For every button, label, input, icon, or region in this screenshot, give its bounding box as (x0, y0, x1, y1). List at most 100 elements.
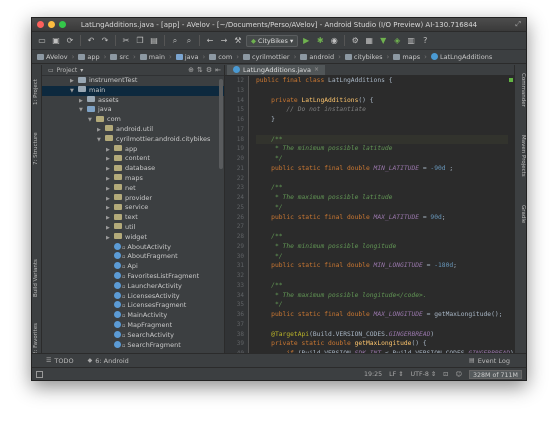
code-line[interactable] (256, 271, 508, 281)
tree-item[interactable]: ▶ content (42, 154, 224, 164)
tree-item[interactable]: ▫ LicensesActivity (42, 291, 224, 302)
breadcrumb-item[interactable]: AVelov (35, 53, 70, 61)
save-all-icon[interactable]: ▣ (50, 35, 62, 47)
code-line[interactable]: private LatLngAdditions() { (256, 96, 508, 106)
code-line[interactable]: */ (256, 203, 508, 213)
code-line[interactable] (256, 320, 508, 330)
code-line[interactable]: */ (256, 252, 508, 262)
code-line[interactable]: public final class LatLngAdditions { (256, 76, 508, 86)
code-line[interactable] (256, 86, 508, 96)
code-line[interactable]: // Do not instantiate (256, 105, 508, 115)
breadcrumb-item[interactable]: java (174, 53, 201, 61)
editor-tab-latlngadditions[interactable]: LatLngAdditions.java × (227, 65, 325, 75)
line-separator[interactable]: LF ⇕ (389, 371, 403, 378)
replace-icon[interactable]: ⌕ (183, 35, 195, 47)
code-line[interactable]: } (256, 115, 508, 125)
tree-item[interactable]: ▫ MapFragment (42, 320, 224, 331)
tool-tab-structure[interactable]: 7: Structure (33, 132, 39, 165)
tree-item[interactable]: ▼ com (42, 115, 224, 125)
code-line[interactable]: private static double getMaxLongitude() … (256, 339, 508, 349)
project-tree-scrollbar[interactable] (219, 79, 223, 169)
tool-windows-toggle-icon[interactable] (36, 370, 43, 378)
breadcrumb-item[interactable]: maps (391, 53, 422, 61)
code-line[interactable] (256, 222, 508, 232)
code-line[interactable]: */ (256, 154, 508, 164)
code-text[interactable]: public final class LatLngAdditions { pri… (256, 76, 514, 353)
tool-tab-build-variants[interactable]: Build Variants (33, 259, 39, 297)
code-line[interactable]: public static final double MIN_LONGITUDE… (256, 261, 508, 271)
fullscreen-icon[interactable]: ⤢ (515, 20, 521, 29)
event-log-button[interactable]: ▤ Event Log (469, 357, 510, 365)
inspector-icon[interactable]: ☺ (455, 371, 462, 378)
code-line[interactable]: public static final double MIN_LATITUDE … (256, 164, 508, 174)
tree-item[interactable]: ▼ main (42, 85, 224, 96)
breadcrumb-item[interactable]: android (298, 53, 336, 61)
attach-debugger-icon[interactable]: ◉ (328, 35, 340, 47)
lock-icon[interactable]: ⊡ (443, 371, 448, 378)
tree-item[interactable]: ▶ app (42, 145, 224, 155)
scroll-from-source-icon[interactable]: ⊕ (188, 66, 194, 74)
breadcrumb-item[interactable]: com (207, 53, 234, 61)
hide-panel-icon[interactable]: ⇤ (215, 66, 221, 74)
breadcrumb-item[interactable]: citybikes (343, 53, 385, 61)
tree-item[interactable]: ▼ java (42, 105, 224, 115)
code-line[interactable]: /** (256, 183, 508, 193)
code-line[interactable] (256, 125, 508, 135)
tree-item[interactable]: ▫ Api (42, 262, 224, 272)
tree-item[interactable]: ▶ assets (42, 96, 224, 106)
breadcrumb-item[interactable]: app (76, 53, 101, 61)
code-line[interactable]: /** (256, 232, 508, 242)
code-line[interactable]: @TargetApi(Build.VERSION_CODES.GINGERBRE… (256, 330, 508, 340)
tree-item[interactable]: ▫ MainActivity (42, 311, 224, 321)
todo-tool-button[interactable]: ☰ TODO (46, 357, 74, 365)
monitor-icon[interactable]: ▥ (405, 35, 417, 47)
tree-item[interactable]: ▶ util (42, 223, 224, 233)
tool-tab-commander[interactable]: Commander (520, 73, 526, 107)
tree-item[interactable]: ▶ service (42, 203, 224, 213)
find-icon[interactable]: ⌕ (169, 35, 181, 47)
code-line[interactable]: public static final double MAX_LATITUDE … (256, 213, 508, 223)
close-window-button[interactable] (37, 21, 44, 28)
code-line[interactable]: * The minimum possible latitude (256, 144, 508, 154)
tree-item[interactable]: ▶ text (42, 213, 224, 223)
run-icon[interactable]: ▶ (300, 35, 312, 47)
tree-item[interactable]: ▶ net (42, 184, 224, 194)
editor-scrollbar[interactable] (509, 78, 513, 351)
collapse-all-icon[interactable]: ⇅ (197, 66, 203, 74)
tree-item[interactable]: ▶ widget (42, 233, 224, 243)
tree-item[interactable]: ▼ cyrilmottier.android.citybikes (42, 135, 224, 145)
tool-tab-favorites[interactable]: 2: Favorites (33, 323, 39, 355)
tree-item[interactable]: ▫ AboutFragment (42, 252, 224, 262)
undo-icon[interactable]: ↶ (85, 35, 97, 47)
tree-item[interactable]: ▫ SearchFragment (42, 340, 224, 351)
code-area[interactable]: 12 13 14 15 16 17 18 19 20 21 22 23 24 25 26 27 28 29 30 31… (225, 76, 514, 353)
breadcrumb-item[interactable]: cyrilmottier (241, 53, 292, 61)
caret-position[interactable]: 19:25 (364, 371, 382, 378)
close-tab-icon[interactable]: × (314, 66, 319, 73)
tree-item[interactable]: ▫ LauncherActivity (42, 281, 224, 292)
run-configuration-select[interactable]: ◆ CityBikes ▾ (246, 34, 299, 47)
make-project-icon[interactable]: ⚒ (232, 35, 244, 47)
android-tool-button[interactable]: ◆ 6: Android (88, 357, 129, 365)
code-line[interactable] (256, 174, 508, 184)
copy-icon[interactable]: ❐ (134, 35, 146, 47)
breadcrumb-item[interactable]: main (138, 53, 167, 61)
project-structure-icon[interactable]: ▦ (363, 35, 375, 47)
tool-tab-project[interactable]: 1: Project (33, 79, 39, 105)
tree-item[interactable]: ▶ instrumentTest (42, 76, 224, 86)
tree-item[interactable]: ▶ database (42, 164, 224, 174)
sync-icon[interactable]: ⟳ (64, 35, 76, 47)
code-line[interactable]: * The minimum possible longitude (256, 242, 508, 252)
tree-item[interactable]: ▶ maps (42, 174, 224, 184)
forward-icon[interactable]: → (218, 35, 230, 47)
code-line[interactable]: public static final double MAX_LONGITUDE… (256, 310, 508, 320)
code-line[interactable]: * The maximum possible latitude (256, 193, 508, 203)
code-line[interactable]: */ (256, 300, 508, 310)
help-icon[interactable]: ? (419, 35, 431, 47)
code-line[interactable]: /** (256, 134, 508, 145)
back-icon[interactable]: ← (204, 35, 216, 47)
minimize-window-button[interactable] (48, 21, 55, 28)
memory-indicator[interactable]: 328M of 711M (469, 369, 522, 379)
tool-tab-gradle[interactable]: Gradle (520, 205, 526, 223)
tree-item[interactable]: ▶ provider (42, 194, 224, 204)
